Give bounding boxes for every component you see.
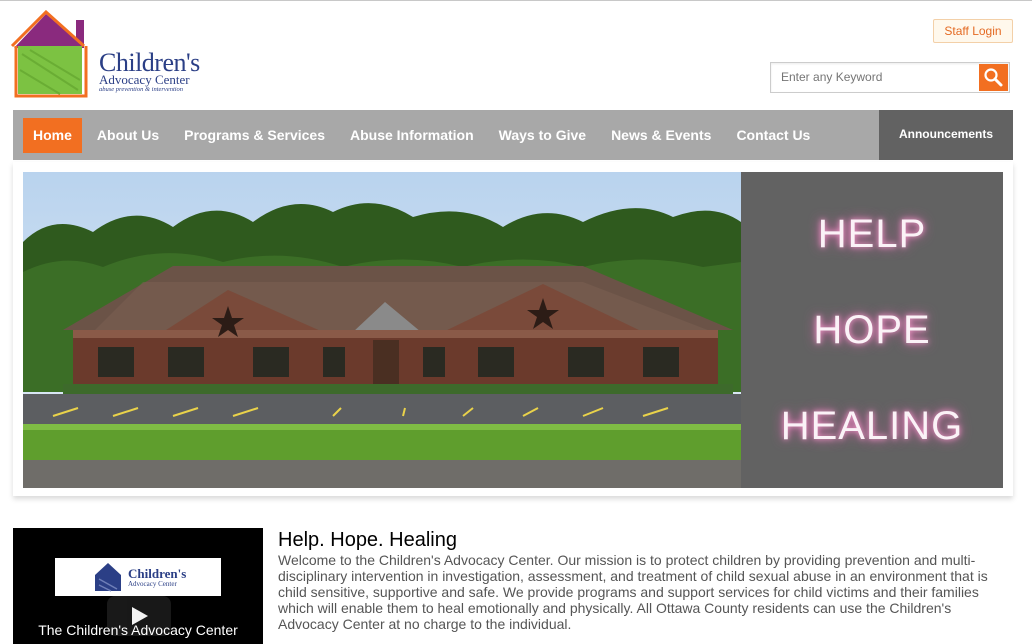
nav-items: Home About Us Programs & Services Abuse … <box>23 118 823 153</box>
video-player[interactable]: Children's Advocacy Center The Children'… <box>13 528 263 644</box>
main-nav: Home About Us Programs & Services Abuse … <box>13 110 1013 160</box>
building-image <box>23 172 741 488</box>
announcements-tab[interactable]: Announcements <box>879 110 1013 160</box>
video-caption: The Children's Advocacy Center <box>38 622 238 638</box>
top-border <box>0 0 1032 1</box>
content-body: Welcome to the Children's Advocacy Cente… <box>278 552 988 632</box>
video-logo-house-icon <box>95 563 121 592</box>
nav-item-programs-services[interactable]: Programs & Services <box>172 118 337 153</box>
search-box <box>770 62 1010 93</box>
banner-word-help: HELP <box>817 212 927 256</box>
search-input[interactable] <box>771 63 981 90</box>
video-logo: Children's Advocacy Center <box>55 558 221 596</box>
nav-item-abuse-information[interactable]: Abuse Information <box>338 118 486 153</box>
building-photo <box>23 172 741 488</box>
search-button[interactable] <box>979 64 1008 91</box>
nav-item-news-events[interactable]: News & Events <box>599 118 723 153</box>
content-title: Help. Hope. Healing <box>278 529 457 551</box>
nav-item-about-us[interactable]: About Us <box>85 118 171 153</box>
logo-tagline: abuse prevention & intervention <box>99 86 184 93</box>
nav-item-home[interactable]: Home <box>23 118 82 153</box>
nav-item-ways-to-give[interactable]: Ways to Give <box>487 118 598 153</box>
help-hope-healing-panel: HELP HOPE HEALING <box>741 172 1003 488</box>
search-icon <box>984 68 1003 87</box>
staff-login-button[interactable]: Staff Login <box>933 19 1013 43</box>
nav-item-contact-us[interactable]: Contact Us <box>724 118 822 153</box>
logo-house-icon <box>10 10 88 98</box>
site-logo[interactable]: Children's Advocacy Center abuse prevent… <box>10 10 210 100</box>
video-logo-subtitle: Advocacy Center <box>128 580 177 588</box>
banner-word-healing: HEALING <box>780 404 964 448</box>
banner-word-hope: HOPE <box>813 308 931 352</box>
